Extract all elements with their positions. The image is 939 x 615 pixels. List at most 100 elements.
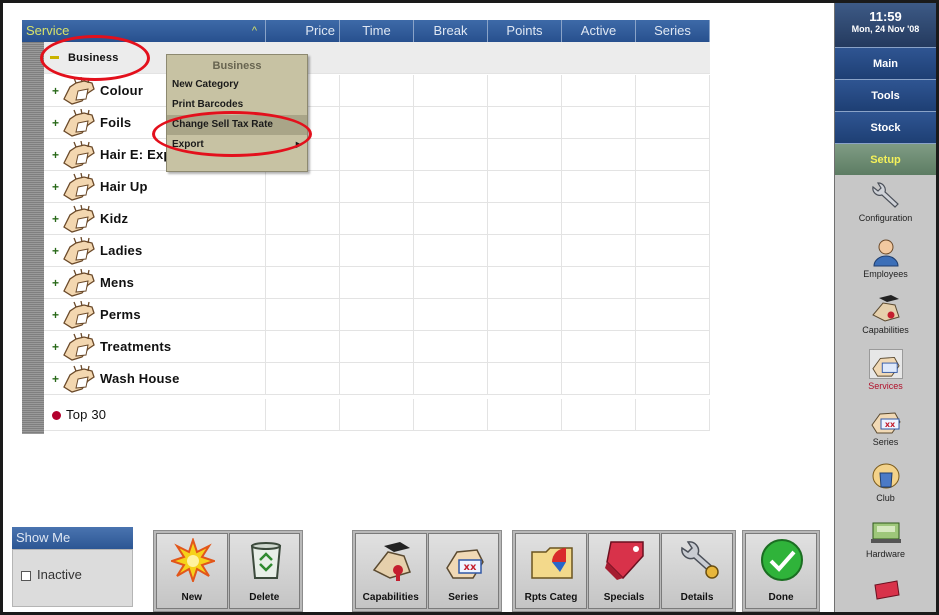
grid-cell xyxy=(636,139,710,170)
tree-row-category[interactable]: + Kidz xyxy=(44,203,710,235)
tree-cell: + Wash House xyxy=(44,363,266,394)
grid-cell xyxy=(488,267,562,298)
details-button[interactable]: Details xyxy=(661,533,733,609)
tool-services[interactable]: Services xyxy=(835,343,936,399)
menu-item-new-category[interactable]: New Category xyxy=(167,75,307,95)
rpts-categ-button[interactable]: Rpts Categ xyxy=(515,533,587,609)
specials-button[interactable]: Specials xyxy=(588,533,660,609)
tree-row-top-30-wrap: Top 30 xyxy=(44,399,710,431)
tree-row-category[interactable]: + Colour xyxy=(44,75,710,107)
tool-series[interactable]: xx Series xyxy=(835,399,936,455)
grid-cell xyxy=(414,171,488,202)
column-header-series[interactable]: Series xyxy=(636,20,710,42)
tree-label: Ladies xyxy=(100,243,143,258)
column-header-points[interactable]: Points xyxy=(488,20,562,42)
tree-row-category[interactable]: + Mens xyxy=(44,267,710,299)
expand-icon[interactable]: + xyxy=(52,341,61,353)
column-header-active[interactable]: Active xyxy=(562,20,636,42)
tree-row-category[interactable]: + Hair Up xyxy=(44,171,710,203)
grid-cell xyxy=(636,107,710,138)
show-me-panel: Show Me Inactive xyxy=(12,527,133,607)
tree-cell: + Ladies xyxy=(44,235,266,266)
club-icon xyxy=(872,463,900,489)
expand-icon[interactable]: + xyxy=(52,309,61,321)
nav-tools[interactable]: Tools xyxy=(835,79,936,111)
toolbar-group-reports: Rpts Categ Specials Details xyxy=(512,530,736,612)
expand-icon[interactable]: + xyxy=(52,245,61,257)
column-header-time[interactable]: Time xyxy=(340,20,414,42)
grid-cell xyxy=(636,75,710,106)
grid-cell xyxy=(488,75,562,106)
hand-icon-wrap xyxy=(62,363,96,395)
tree-row-category[interactable]: + Wash House xyxy=(44,363,710,395)
delete-button[interactable]: Delete xyxy=(228,533,300,609)
hand-icon-wrap xyxy=(62,331,96,363)
done-button[interactable]: Done xyxy=(745,533,817,609)
context-menu-title: Business xyxy=(212,60,262,72)
expand-icon[interactable]: + xyxy=(52,149,61,161)
expand-icon[interactable]: + xyxy=(52,85,61,97)
grid-cell xyxy=(266,203,340,234)
tool-hardware[interactable]: Hardware xyxy=(835,511,936,567)
inactive-checkbox[interactable] xyxy=(21,571,31,581)
tree-label: Foils xyxy=(100,115,132,130)
tree-row-category[interactable]: + Hair E: Expert xyxy=(44,139,710,171)
tree-label: Colour xyxy=(100,83,144,98)
capabilities-icon xyxy=(372,542,411,581)
grid-cell xyxy=(562,171,636,202)
grid-cell xyxy=(414,267,488,298)
expand-icon[interactable]: + xyxy=(52,277,61,289)
wrench-icon xyxy=(872,182,899,208)
tree-row-category[interactable]: + Foils xyxy=(44,107,710,139)
grid-cell xyxy=(414,107,488,138)
button-label: Specials xyxy=(603,592,645,603)
svg-text:xx: xx xyxy=(885,420,896,429)
nav-main[interactable]: Main xyxy=(835,47,936,79)
grid-cell xyxy=(488,42,562,73)
tool-more[interactable] xyxy=(835,567,936,600)
hand-icon-wrap xyxy=(62,267,96,299)
expand-icon[interactable]: + xyxy=(52,181,61,193)
tool-employees[interactable]: Employees xyxy=(835,231,936,287)
expand-icon[interactable]: + xyxy=(52,117,61,129)
hand-icon-wrap xyxy=(62,171,96,203)
column-header-break[interactable]: Break xyxy=(414,20,488,42)
series-button[interactable]: xx Series xyxy=(427,533,499,609)
tool-club[interactable]: Club xyxy=(835,455,936,511)
grid-cell xyxy=(562,107,636,138)
grid-cell xyxy=(340,235,414,266)
grid-cell xyxy=(340,107,414,138)
grid-cell xyxy=(562,299,636,330)
bullet-icon xyxy=(52,411,61,420)
column-header-price[interactable]: Price xyxy=(266,20,340,42)
tree-cell: + Mens xyxy=(44,267,266,298)
hand-icon xyxy=(63,365,95,393)
nav-stock[interactable]: Stock xyxy=(835,111,936,143)
grid-cell xyxy=(488,235,562,266)
column-header-service[interactable]: Service ^ xyxy=(22,20,266,42)
tree-row-category[interactable]: + Treatments xyxy=(44,331,710,363)
new-button[interactable]: New xyxy=(156,533,228,609)
tool-configuration[interactable]: Configuration xyxy=(835,175,936,231)
tree-label: Kidz xyxy=(100,211,129,226)
grid-cell xyxy=(414,331,488,362)
nav-setup[interactable]: Setup xyxy=(835,143,936,175)
svg-text:xx: xx xyxy=(463,562,476,573)
hardware-icon xyxy=(871,522,901,543)
tree-label: Mens xyxy=(100,275,135,290)
grid-cell xyxy=(488,107,562,138)
clock-time: 11:59 xyxy=(869,9,902,24)
grid-cell xyxy=(414,203,488,234)
tool-capabilities[interactable]: Capabilities xyxy=(835,287,936,343)
capabilities-button[interactable]: Capabilities xyxy=(355,533,427,609)
expand-icon[interactable]: + xyxy=(52,373,61,385)
inactive-label: Inactive xyxy=(37,567,82,582)
expand-icon[interactable]: + xyxy=(52,213,61,225)
tree-row-category[interactable]: + Ladies xyxy=(44,235,710,267)
tree-row-category[interactable]: + Perms xyxy=(44,299,710,331)
toolbar-group-done: Done xyxy=(742,530,820,612)
grid-cell xyxy=(562,203,636,234)
tree-row-top-30[interactable]: Top 30 xyxy=(44,399,710,431)
grid-cell xyxy=(340,299,414,330)
register-icon xyxy=(874,580,900,600)
